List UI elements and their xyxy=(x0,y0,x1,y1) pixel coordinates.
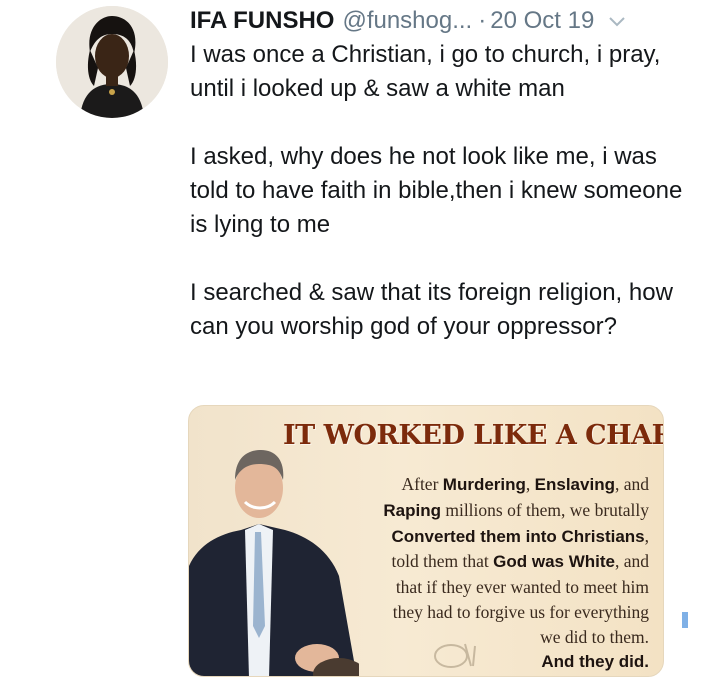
caption-text: Raping xyxy=(383,500,441,520)
caption-text: millions of them, we brutally xyxy=(440,499,649,520)
user-handle[interactable]: @funshog... xyxy=(342,4,472,38)
caption-text: , xyxy=(525,474,535,494)
separator: · xyxy=(478,7,487,34)
avatar-image xyxy=(56,6,168,118)
caption-text: After xyxy=(401,474,443,494)
caption-text: , and xyxy=(614,474,649,494)
caption-line: After Murdering, Enslaving, and xyxy=(319,472,649,498)
tweet-header: IFA FUNSHO @funshog... · 20 Oct 19 xyxy=(190,4,690,38)
watermark-stamp xyxy=(429,638,489,670)
tweet-media-image[interactable]: IT WORKED LIKE A CHARM After Murdering, … xyxy=(188,405,664,677)
tweet-paragraph: I was once a Christian, i go to church, … xyxy=(190,41,661,102)
caption-text: , and xyxy=(614,551,649,572)
caption-text: , xyxy=(644,525,649,546)
caption-text: God was White xyxy=(493,552,615,572)
tweet-paragraph: I searched & saw that its foreign religi… xyxy=(190,279,673,340)
chevron-down-icon[interactable] xyxy=(606,10,628,32)
caption-line: Converted them into Christians, xyxy=(319,524,649,550)
display-name[interactable]: IFA FUNSHO xyxy=(190,4,334,38)
tweet-text: I was once a Christian, i go to church, … xyxy=(190,38,690,378)
scroll-indicator xyxy=(682,612,688,628)
caption-text: Enslaving xyxy=(534,475,615,494)
caption-text: Murdering xyxy=(442,475,526,494)
caption-line: they had to forgive us for everything xyxy=(392,601,649,622)
avatar[interactable] xyxy=(56,6,168,118)
caption-text: told them that xyxy=(391,551,494,572)
caption-line: told them that God was White, and xyxy=(319,549,649,575)
tweet-date[interactable]: 20 Oct 19 xyxy=(490,4,594,38)
media-headline: IT WORKED LIKE A CHARM xyxy=(283,420,664,451)
tweet-paragraph: I asked, why does he not look like me, i… xyxy=(190,143,683,238)
caption-line: that if they ever wanted to meet him xyxy=(395,577,649,598)
caption-text: Converted them into Christians xyxy=(391,526,645,546)
caption-line: Raping millions of them, we brutally xyxy=(319,498,649,524)
